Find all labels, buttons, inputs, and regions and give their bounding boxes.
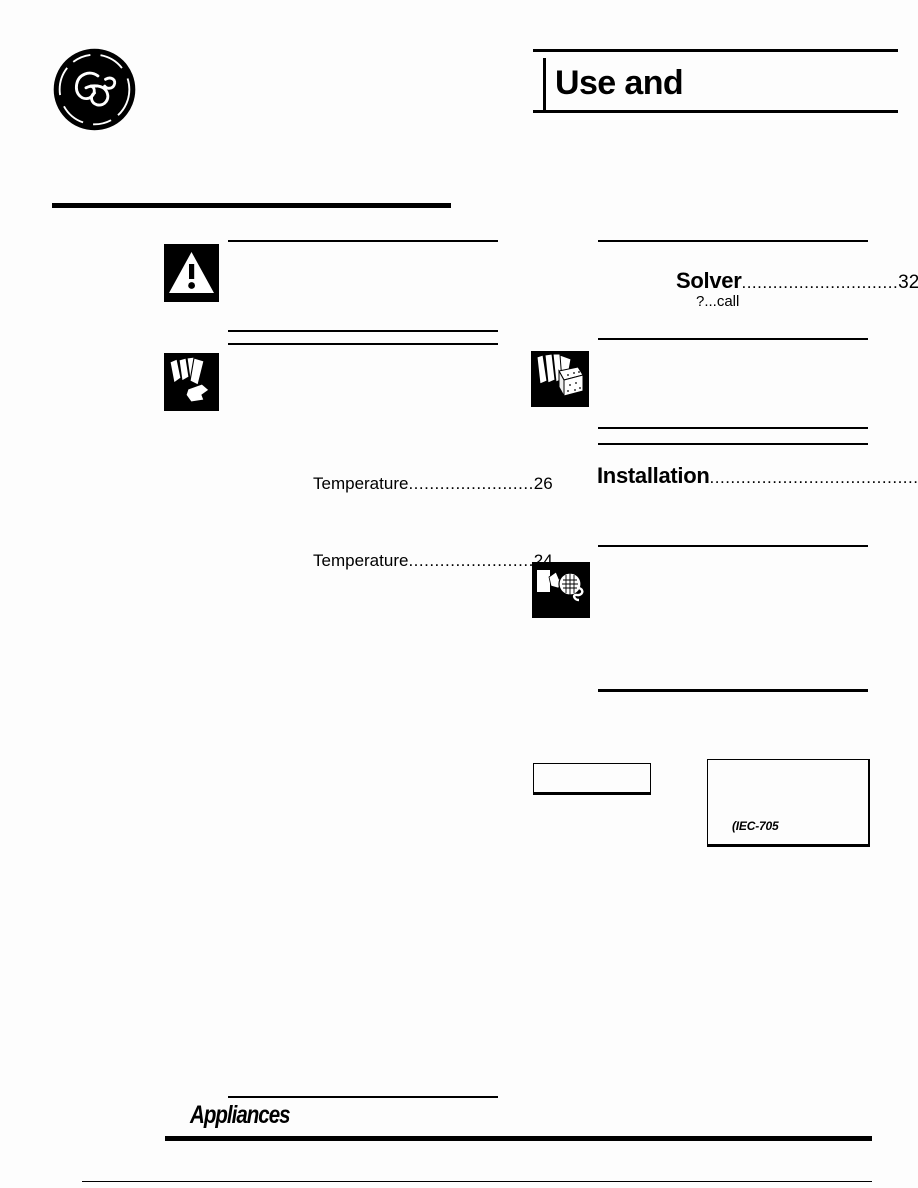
right-section3-top-rule [598,545,868,547]
toc-label: Solver [676,268,742,293]
manual-title-block: Use and [533,49,898,113]
left-section1-bottom-rule [228,330,498,332]
toc-leader: ........................................ [709,468,918,487]
footer-brand-word: Appliances [190,1101,291,1129]
right-section1-bottom-rule [598,338,868,340]
footer-thick-rule [165,1136,872,1141]
toc-leader: ........................ [408,474,534,493]
toc-label: Temperature [313,474,409,493]
toc-entry-temperature-24[interactable]: Temperature........................ 24 [313,551,553,571]
toc-label: Temperature [313,551,409,570]
left-section1-top-rule [228,240,498,242]
toc-page-number: 32 [898,272,918,293]
ge-monogram-logo [52,47,137,132]
toc-leader: .............................. [741,273,899,292]
toc-leader: ........................ [408,551,534,570]
toc-entry-solver-32[interactable]: Solver.............................. 32 [676,268,918,294]
hand-with-sponge-icon [531,351,589,407]
warning-triangle-icon [164,244,219,302]
toc-entry-installation-31[interactable]: Installation............................… [597,463,918,489]
model-number-box [533,763,651,795]
toc-page-number: 26 [533,474,553,493]
document-page: Use and Temperature.....................… [0,0,918,1188]
right-section2-second-rule [598,443,868,445]
footer-thin-rule [228,1096,498,1098]
left-section2-top-rule [228,343,498,345]
header-divider-rule [52,203,451,208]
plug-cord-icon [532,562,590,618]
right-section2-top-rule [598,427,868,429]
rating-label-box: (IEC-705 [707,759,870,847]
iec-standard-label: (IEC-705 [732,819,779,833]
toc-label: Installation [597,463,710,488]
right-section1-top-rule [598,240,868,242]
page-bottom-rule [82,1181,872,1182]
toc-entry-temperature-26[interactable]: Temperature........................ 26 [313,474,553,494]
hand-press-button-icon [164,353,219,411]
page-title: Use and [555,64,684,102]
right-section3-bottom-rule [598,689,868,692]
title-accent-bar [543,58,546,110]
toc-subnote-call: ?...call [696,293,740,310]
